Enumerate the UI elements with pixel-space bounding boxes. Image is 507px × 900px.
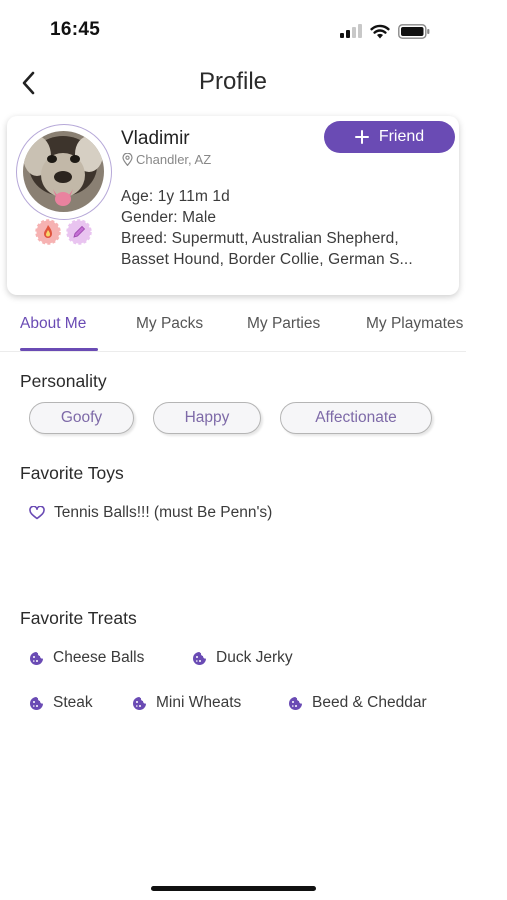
location: Chandler, AZ <box>122 152 211 167</box>
tab-my-playmates[interactable]: My Playmates <box>366 315 463 333</box>
treat-item-label: Cheese Balls <box>53 649 145 666</box>
treat-item: Duck Jerky <box>192 649 293 667</box>
treat-item: Beed & Cheddar <box>288 694 427 712</box>
tab-my-parties[interactable]: My Parties <box>247 315 320 333</box>
wifi-icon <box>370 24 390 38</box>
toy-item: Tennis Balls!!! (must Be Penn's) <box>29 504 272 522</box>
profile-card: Vladimir Chandler, AZ Age: 1y 11m 1d Gen… <box>7 116 459 295</box>
plus-icon <box>354 130 369 144</box>
treat-item-label: Steak <box>53 694 93 711</box>
tab-my-packs[interactable]: My Packs <box>136 315 203 333</box>
personality-heading: Personality <box>20 371 107 391</box>
treat-item-label: Duck Jerky <box>216 649 293 666</box>
toy-item-label: Tennis Balls!!! (must Be Penn's) <box>54 504 273 521</box>
avatar-ring <box>16 124 112 220</box>
status-bar: 16:45 <box>0 0 507 58</box>
add-friend-button[interactable]: Friend <box>324 121 455 153</box>
trait-chip-happy[interactable]: Happy <box>153 402 261 434</box>
treat-item: Steak <box>29 694 93 712</box>
dog-photo <box>23 131 104 212</box>
favorite-toys-heading: Favorite Toys <box>20 463 124 483</box>
treat-item: Cheese Balls <box>29 649 144 667</box>
battery-icon <box>398 23 430 39</box>
location-text: Chandler, AZ <box>136 152 212 167</box>
trait-chip-affectionate[interactable]: Affectionate <box>280 402 432 434</box>
cellular-signal-icon <box>340 24 362 38</box>
treat-item: Mini Wheats <box>132 694 241 712</box>
location-pin-icon <box>122 153 133 166</box>
friend-button-label: Friend <box>378 128 425 145</box>
status-time: 16:45 <box>50 19 101 40</box>
avatar[interactable] <box>23 131 104 212</box>
favorite-treats-heading: Favorite Treats <box>20 608 137 628</box>
tab-bar: About Me My Packs My Parties My Playmate… <box>0 304 466 352</box>
trait-chip-goofy[interactable]: Goofy <box>29 402 134 434</box>
breed-line-1: Breed: Supermutt, Australian Shepherd, <box>121 230 399 247</box>
age-text: Age: 1y 11m 1d <box>121 188 230 205</box>
status-icons <box>340 21 430 41</box>
cookie-icon <box>289 696 302 710</box>
page-title: Profile <box>198 68 268 95</box>
home-indicator[interactable] <box>151 886 316 891</box>
treat-item-label: Mini Wheats <box>156 694 242 711</box>
gender-text: Gender: Male <box>121 209 217 226</box>
active-tab-indicator <box>20 348 98 351</box>
breed-line-2: Basset Hound, Border Collie, German S... <box>121 251 413 268</box>
flame-badge-icon[interactable] <box>35 219 61 245</box>
pet-name: Vladimir <box>121 128 190 149</box>
cookie-icon <box>133 696 146 710</box>
pencil-badge-icon[interactable] <box>66 219 92 245</box>
cookie-icon <box>30 651 43 665</box>
tab-about-me[interactable]: About Me <box>20 315 86 333</box>
cookie-icon <box>193 651 206 665</box>
heart-icon <box>29 506 45 520</box>
cookie-icon <box>30 696 43 710</box>
treat-item-label: Beed & Cheddar <box>312 694 427 711</box>
